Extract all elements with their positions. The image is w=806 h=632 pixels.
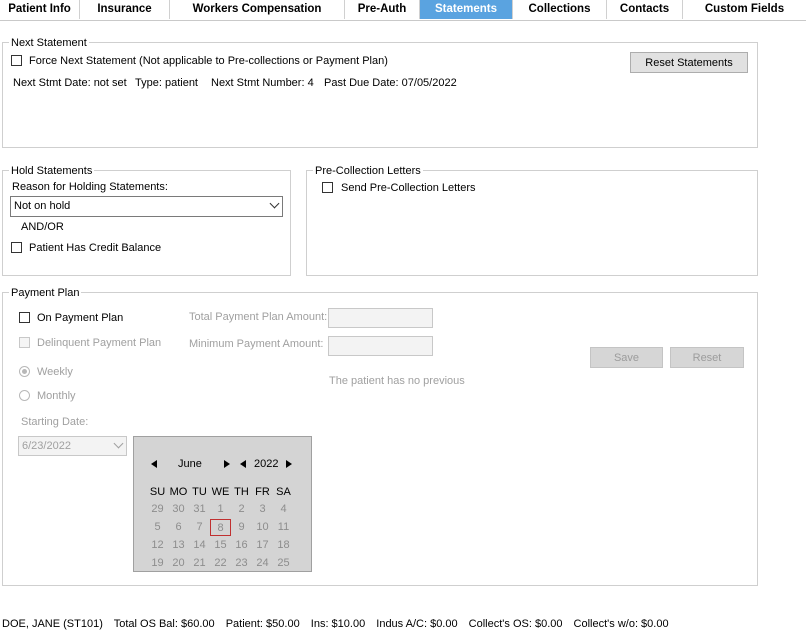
calendar-day[interactable]: 6 [168,519,189,536]
tab-bar: Patient Info Insurance Workers Compensat… [0,0,806,21]
monthly-radio[interactable] [19,390,30,401]
day-header: SA [276,486,291,498]
calendar-day[interactable]: 12 [147,537,168,554]
day-header: MO [169,486,188,498]
day-header: SU [149,486,166,498]
calendar-day[interactable]: 20 [168,555,189,572]
status-indus: Indus A/C: $0.00 [376,618,458,630]
past-due-date: Past Due Date: 07/05/2022 [324,77,457,89]
calendar-day[interactable]: 18 [273,537,294,554]
pre-collection-legend: Pre-Collection Letters [313,165,423,177]
calendar-day[interactable]: 25 [273,555,294,572]
calendar-day[interactable]: 1 [210,501,231,518]
calendar-day[interactable]: 22 [210,555,231,572]
total-amount-label: Total Payment Plan Amount: [189,311,328,323]
date-picker-calendar: June 2022 SU MO TU WE TH FR SA 29 30 31 1 2 3 4 5 6 7 8 9 1… [133,436,312,572]
day-header: FR [255,486,270,498]
send-pre-collection-checkbox[interactable] [322,182,333,193]
chevron-down-icon [113,438,124,449]
status-collect-wo: Collect's w/o: $0.00 [573,618,669,630]
next-month-icon[interactable] [224,460,230,468]
save-button[interactable]: Save [590,347,663,368]
on-payment-plan-label: On Payment Plan [37,312,124,324]
calendar-day[interactable]: 11 [273,519,294,536]
next-stmt-date: Next Stmt Date: not set [13,77,127,89]
day-header: WE [211,486,230,498]
force-next-statement-checkbox[interactable] [11,55,22,66]
calendar-day[interactable]: 23 [231,555,252,572]
calendar-day[interactable]: 10 [252,519,273,536]
payment-plan-legend: Payment Plan [9,287,82,299]
next-statement-legend: Next Statement [9,37,89,49]
force-next-statement-label: Force Next Statement (Not applicable to … [29,55,388,67]
status-total-os-bal: Total OS Bal: $60.00 [113,618,215,630]
hold-statements-legend: Hold Statements [9,165,95,177]
tab-collections[interactable]: Collections [513,0,607,19]
status-collect-os: Collect's OS: $0.00 [468,618,563,630]
tab-insurance[interactable]: Insurance [80,0,170,19]
calendar-day[interactable]: 30 [168,501,189,518]
calendar-day[interactable]: 21 [189,555,210,572]
reason-for-holding-value: Not on hold [14,200,71,212]
weekly-radio[interactable] [19,366,30,377]
total-amount-input[interactable] [328,308,433,328]
tab-custom-fields[interactable]: Custom Fields [683,0,806,19]
day-header: TU [192,486,207,498]
reset-button[interactable]: Reset [670,347,744,368]
prev-month-icon[interactable] [151,460,157,468]
status-patient-bal: Patient: $50.00 [225,618,300,630]
credit-balance-label: Patient Has Credit Balance [29,242,162,254]
calendar-day[interactable]: 3 [252,501,273,518]
next-year-icon[interactable] [286,460,292,468]
calendar-day[interactable]: 4 [273,501,294,518]
calendar-day[interactable]: 14 [189,537,210,554]
calendar-day[interactable]: 16 [231,537,252,554]
starting-date-value: 6/23/2022 [22,440,71,452]
calendar-day[interactable]: 9 [231,519,252,536]
tab-patient-info[interactable]: Patient Info [0,0,80,19]
tab-statements[interactable]: Statements [420,0,513,19]
next-stmt-number: Next Stmt Number: 4 [211,77,314,89]
statement-type: Type: patient [135,77,198,89]
day-header: TH [234,486,249,498]
calendar-day[interactable]: 24 [252,555,273,572]
delinquent-plan-label: Delinquent Payment Plan [37,337,162,349]
calendar-day[interactable]: 2 [231,501,252,518]
reason-for-holding-select[interactable]: Not on hold [10,196,283,217]
calendar-day[interactable]: 29 [147,501,168,518]
calendar-day[interactable]: 7 [189,519,210,536]
and-or-label: AND/OR [21,221,64,233]
calendar-day[interactable]: 31 [189,501,210,518]
credit-balance-checkbox[interactable] [11,242,22,253]
tab-pre-auth[interactable]: Pre-Auth [345,0,420,19]
calendar-month: June [178,458,202,470]
status-ins: Ins: $10.00 [310,618,366,630]
no-previous-text: The patient has no previous [329,375,465,387]
calendar-day[interactable]: 5 [147,519,168,536]
monthly-label: Monthly [37,390,76,402]
calendar-day[interactable]: 13 [168,537,189,554]
tab-contacts[interactable]: Contacts [607,0,683,19]
prev-year-icon[interactable] [240,460,246,468]
starting-date-picker[interactable]: 6/23/2022 [18,436,127,456]
calendar-year: 2022 [254,458,279,470]
starting-date-label: Starting Date: [21,416,89,428]
delinquent-plan-checkbox[interactable] [19,337,30,348]
minimum-amount-input[interactable] [328,336,433,356]
status-bar: DOE, JANE (ST101) Total OS Bal: $60.00 P… [0,617,806,632]
calendar-day[interactable]: 8 [210,519,231,536]
send-pre-collection-label: Send Pre-Collection Letters [341,182,476,194]
tab-workers-compensation[interactable]: Workers Compensation [170,0,345,19]
calendar-day[interactable]: 15 [210,537,231,554]
reset-statements-button[interactable]: Reset Statements [630,52,748,73]
on-payment-plan-checkbox[interactable] [19,312,30,323]
calendar-day[interactable]: 17 [252,537,273,554]
status-patient: DOE, JANE (ST101) [2,618,103,630]
calendar-day[interactable]: 19 [147,555,168,572]
minimum-amount-label: Minimum Payment Amount: [189,338,324,350]
reason-for-holding-label: Reason for Holding Statements: [12,181,168,193]
chevron-down-icon [269,198,280,209]
weekly-label: Weekly [37,366,73,378]
